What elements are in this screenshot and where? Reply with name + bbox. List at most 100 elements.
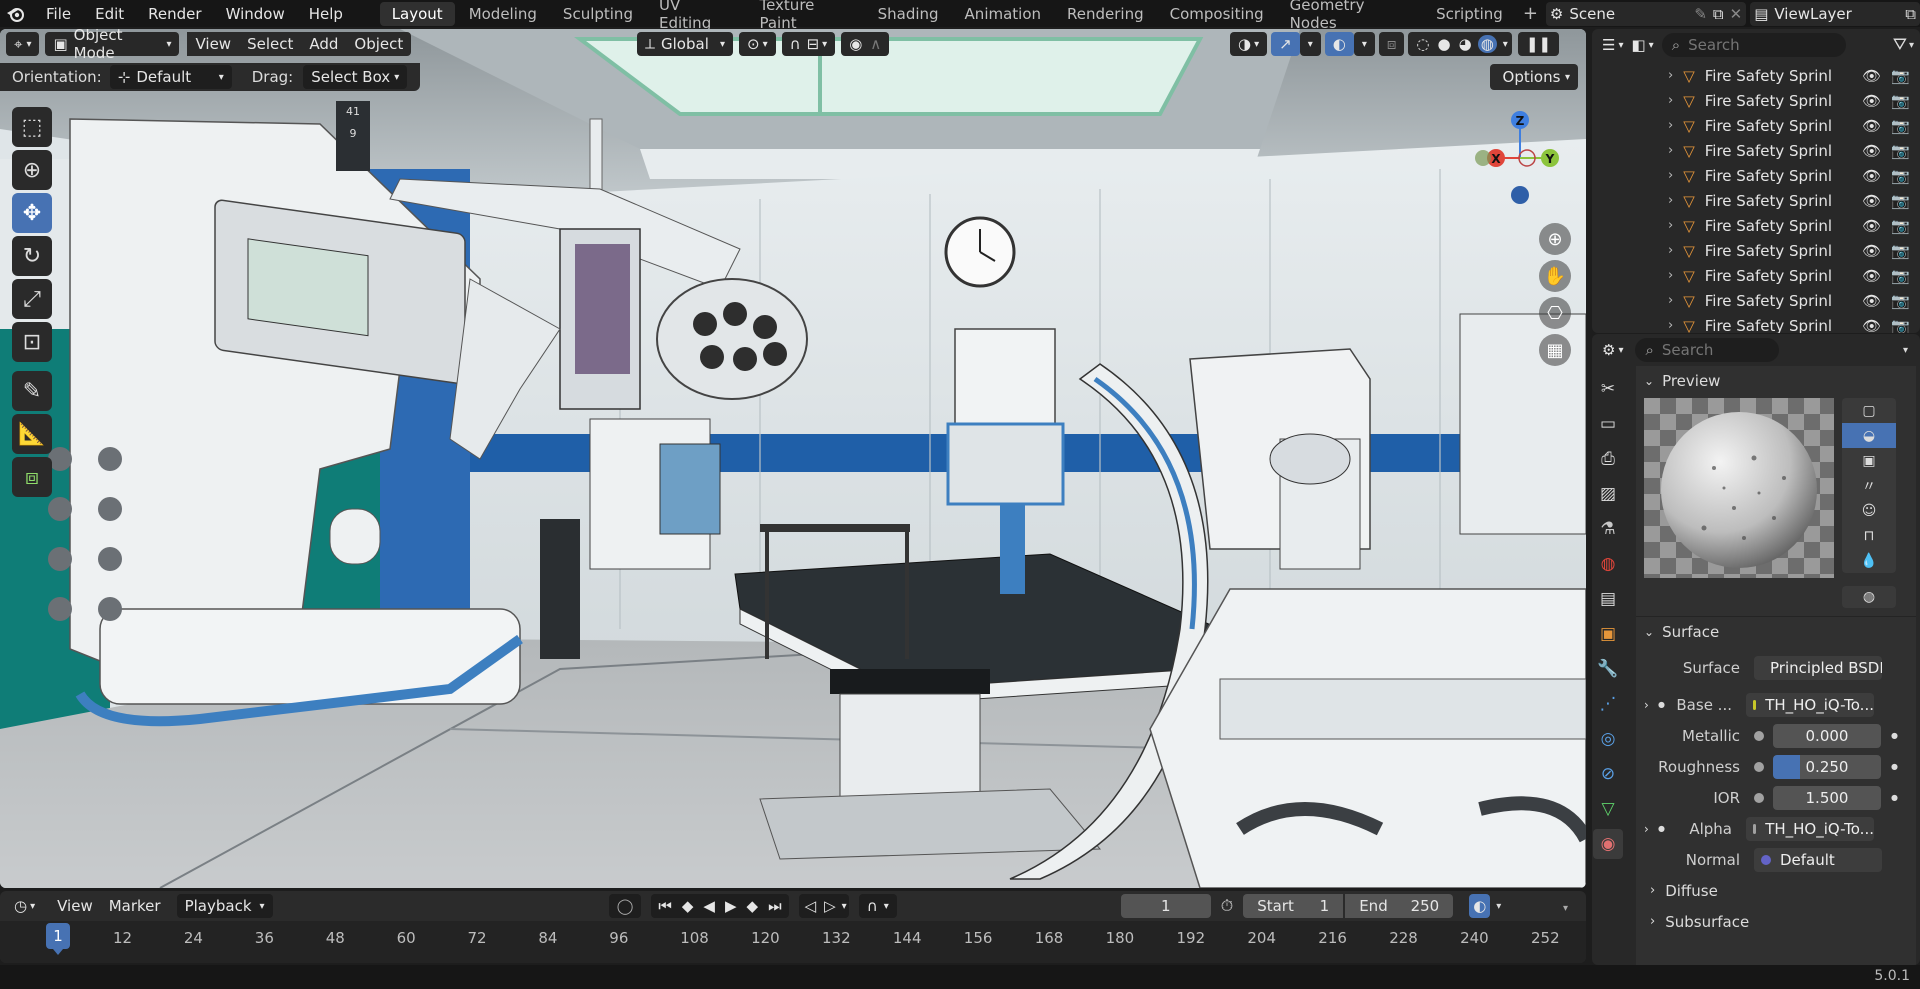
- measure-tool[interactable]: 📐: [12, 414, 52, 454]
- chevron-right-icon[interactable]: ›: [1668, 268, 1673, 283]
- chevron-right-icon[interactable]: ›: [1668, 118, 1673, 133]
- preview-panel-header[interactable]: ⌄ Preview: [1636, 366, 1916, 396]
- surface-panel-header[interactable]: ⌄ Surface: [1636, 616, 1916, 646]
- chevron-right-icon[interactable]: ›: [1668, 193, 1673, 208]
- timeline-menu-view[interactable]: View: [49, 894, 101, 918]
- material-shading-icon[interactable]: ◕: [1459, 35, 1472, 53]
- scene-selector[interactable]: ⚙ Scene ✎ ⧉ ✕: [1545, 1, 1747, 26]
- eye-icon[interactable]: 👁: [1862, 67, 1881, 85]
- ior-field[interactable]: 1.500: [1773, 785, 1881, 810]
- chevron-right-icon[interactable]: ›: [1636, 822, 1650, 836]
- camera-icon[interactable]: 📷: [1891, 292, 1910, 310]
- outliner-row[interactable]: › ▽ Fire Safety Sprinl 👁 📷: [1592, 163, 1920, 188]
- menu-edit[interactable]: Edit: [83, 0, 136, 27]
- chevron-right-icon[interactable]: ›: [1668, 168, 1673, 183]
- tab-modeling[interactable]: Modeling: [457, 2, 549, 26]
- shading-modes[interactable]: ◌ ● ◕ ◍ ▾: [1408, 32, 1512, 56]
- stopwatch-icon[interactable]: ⏱: [1221, 896, 1233, 916]
- zoom-icon[interactable]: ⊕: [1539, 223, 1571, 255]
- chevron-right-icon[interactable]: ›: [1668, 218, 1673, 233]
- eye-icon[interactable]: 👁: [1862, 117, 1881, 135]
- navigation-gizmo[interactable]: Z X Y: [1465, 103, 1575, 213]
- menu-file[interactable]: File: [34, 0, 83, 27]
- chevron-right-icon[interactable]: ›: [1668, 293, 1673, 308]
- jump-end-icon[interactable]: ⏭: [768, 897, 782, 915]
- flat-preview-icon[interactable]: ▢: [1842, 398, 1896, 423]
- chevron-down-icon[interactable]: ▾: [842, 901, 847, 912]
- tab-animation[interactable]: Animation: [953, 2, 1053, 26]
- normal-field[interactable]: Default: [1754, 847, 1882, 872]
- transform-orientation-selector[interactable]: ⟂ Global ▾: [637, 32, 733, 56]
- world-tab-icon[interactable]: ◍: [1593, 549, 1623, 579]
- camera-view-icon[interactable]: ⎔: [1539, 297, 1571, 329]
- eye-icon[interactable]: 👁: [1862, 267, 1881, 285]
- timeline-collapse-icon[interactable]: ▾: [1563, 903, 1568, 914]
- filter-icon[interactable]: ⛛: [1893, 35, 1907, 55]
- hair-preview-icon[interactable]: 〃: [1842, 473, 1896, 498]
- eye-icon[interactable]: 👁: [1862, 92, 1881, 110]
- menu-object[interactable]: Object: [346, 32, 412, 56]
- keying-set-button[interactable]: ∩ ▾: [858, 894, 897, 918]
- transform-tool[interactable]: ⊡: [12, 322, 52, 362]
- render-tab-icon[interactable]: ▭: [1593, 409, 1623, 439]
- cursor-tool[interactable]: ⊕: [12, 150, 52, 190]
- base-color-field[interactable]: TH_HO_iQ-To...: [1746, 692, 1874, 717]
- outliner-row[interactable]: › ▽ Fire Safety Sprinl 👁 📷: [1592, 113, 1920, 138]
- visibility-button[interactable]: ◑ ▾: [1230, 32, 1268, 56]
- monkey-preview-icon[interactable]: ☺: [1842, 498, 1896, 523]
- tab-shading[interactable]: Shading: [866, 2, 951, 26]
- fluid-preview-icon[interactable]: 💧: [1842, 548, 1896, 573]
- outliner-row[interactable]: › ▽ Fire Safety Sprinl 👁 📷: [1592, 63, 1920, 88]
- start-frame-field[interactable]: Start 1: [1243, 894, 1344, 918]
- subsurface-subpanel[interactable]: › Subsurface: [1636, 906, 1916, 937]
- eye-icon[interactable]: 👁: [1862, 192, 1881, 210]
- outliner-row[interactable]: › ▽ Fire Safety Sprinl 👁 📷: [1592, 88, 1920, 113]
- properties-search[interactable]: ⌕: [1635, 338, 1780, 362]
- select-box-tool[interactable]: ⬚: [12, 107, 52, 147]
- outliner-row[interactable]: › ▽ Fire Safety Sprinl 👁 📷: [1592, 313, 1920, 334]
- prev-keyframe-icon[interactable]: ◆: [682, 897, 694, 915]
- perspective-grid-icon[interactable]: ▦: [1539, 334, 1571, 366]
- overlay-toggle[interactable]: ◐: [1324, 32, 1354, 56]
- properties-editor-type[interactable]: ⚙ ▾: [1598, 338, 1627, 362]
- eye-icon[interactable]: 👁: [1862, 242, 1881, 260]
- new-scene-icon[interactable]: ⧉: [1713, 5, 1724, 23]
- viewlayer-selector[interactable]: ▤ ViewLayer ⧉: [1750, 1, 1920, 26]
- roughness-field[interactable]: 0.250: [1773, 754, 1881, 779]
- tab-layout[interactable]: Layout: [379, 1, 455, 26]
- eye-icon[interactable]: 👁: [1862, 142, 1881, 160]
- world-lighting-icon[interactable]: ◍: [1842, 586, 1896, 608]
- camera-icon[interactable]: 📷: [1891, 317, 1910, 334]
- outliner-editor-type[interactable]: ☰ ▾: [1598, 33, 1627, 57]
- diffuse-subpanel[interactable]: › Diffuse: [1636, 875, 1916, 906]
- tab-geometry-nodes[interactable]: Geometry Nodes: [1278, 0, 1422, 32]
- wireframe-shading-icon[interactable]: ◌: [1416, 35, 1429, 53]
- tab-texture-paint[interactable]: Texture Paint: [747, 0, 863, 32]
- solid-shading-icon[interactable]: ●: [1438, 35, 1451, 53]
- rendered-shading-icon[interactable]: ◍: [1477, 35, 1497, 53]
- outliner-search-input[interactable]: [1688, 36, 1829, 54]
- chevron-right-icon[interactable]: ›: [1668, 93, 1673, 108]
- chevron-right-icon[interactable]: ›: [1668, 243, 1673, 258]
- outliner-row[interactable]: › ▽ Fire Safety Sprinl 👁 📷: [1592, 263, 1920, 288]
- constraints-tab-icon[interactable]: ⊘: [1593, 759, 1623, 789]
- new-viewlayer-icon[interactable]: ⧉: [1905, 5, 1916, 23]
- jump-start-icon[interactable]: ⏮: [658, 897, 672, 915]
- editor-type-button[interactable]: ⌖ ▾: [6, 32, 40, 56]
- delete-scene-icon[interactable]: ✕: [1730, 5, 1743, 23]
- overlay-dropdown[interactable]: ▾: [1353, 32, 1375, 56]
- play-reverse-icon[interactable]: ◀: [703, 897, 715, 915]
- outliner-search[interactable]: ⌕: [1661, 33, 1846, 57]
- prev-frame-icon[interactable]: ◁: [805, 897, 817, 915]
- camera-icon[interactable]: 📷: [1891, 192, 1910, 210]
- eye-icon[interactable]: 👁: [1862, 167, 1881, 185]
- 3d-viewport[interactable]: 41 9 ⌖ ▾ ▣ Object Mode ▾ View Select Add …: [0, 29, 1586, 888]
- next-keyframe-icon[interactable]: ◆: [747, 897, 759, 915]
- metallic-field[interactable]: 0.000: [1773, 723, 1881, 748]
- menu-view[interactable]: View: [187, 32, 240, 56]
- timeline-editor-type[interactable]: ◷ ▾: [10, 894, 39, 918]
- rotate-tool[interactable]: ↻: [12, 236, 52, 276]
- menu-render[interactable]: Render: [136, 0, 213, 27]
- outliner-row[interactable]: › ▽ Fire Safety Sprinl 👁 📷: [1592, 188, 1920, 213]
- display-mode-button[interactable]: ◧ ▾: [1627, 33, 1657, 57]
